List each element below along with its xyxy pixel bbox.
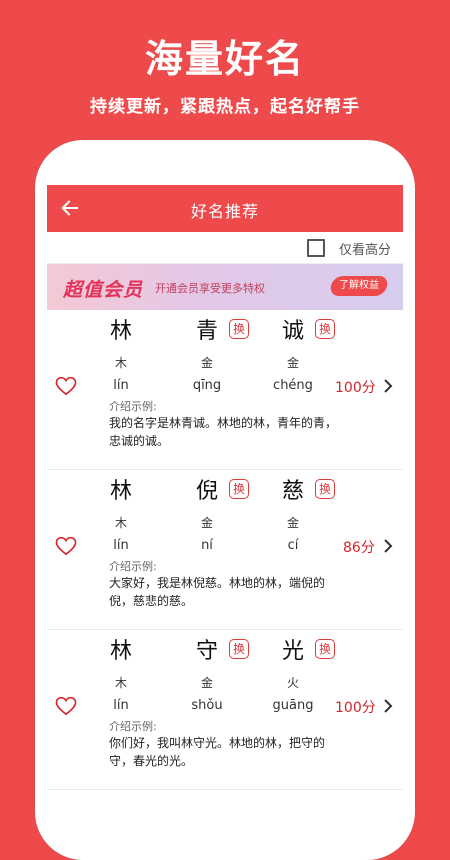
name-char-column: 慈 金 cí bbox=[263, 470, 323, 554]
name-char-column: 倪 金 ní bbox=[177, 470, 237, 554]
name-char-column: 林 木 lín bbox=[91, 630, 151, 714]
name-score: 86分 bbox=[343, 540, 375, 556]
name-char: 青 bbox=[195, 319, 218, 344]
name-char-column: 诚 金 chéng bbox=[263, 310, 323, 394]
char-pinyin: lín bbox=[113, 698, 129, 713]
char-pinyin: qīng bbox=[192, 378, 222, 393]
high-score-label[interactable]: 仅看高分 bbox=[339, 239, 391, 258]
chevron-right-icon[interactable] bbox=[382, 538, 394, 554]
char-element: 金 bbox=[200, 516, 213, 530]
chevron-right-icon[interactable] bbox=[382, 378, 394, 394]
name-score: 100分 bbox=[335, 700, 376, 716]
char-pinyin: cí bbox=[287, 538, 299, 553]
char-element: 木 bbox=[114, 356, 127, 370]
vip-description: 开通会员享受更多特权 bbox=[155, 282, 265, 295]
name-char-column: 守 金 shǒu bbox=[177, 630, 237, 714]
app-bar: 好名推荐 bbox=[47, 185, 403, 232]
vip-title: 超值会员 bbox=[63, 279, 144, 301]
promo-subtitle: 持续更新，紧跟热点，起名好帮手 bbox=[90, 97, 360, 117]
swap-char-button[interactable]: 换 bbox=[229, 639, 249, 659]
app-screen: 好名推荐 仅看高分 超值会员 开通会员享受更多特权 了解权益 林 木 lín 青… bbox=[47, 185, 403, 800]
name-card[interactable]: 林 木 lín 守 金 shǒu 换 光 火 guāng 换 100分 介绍示例… bbox=[47, 630, 403, 790]
name-score: 100分 bbox=[335, 380, 376, 396]
name-char: 慈 bbox=[281, 479, 304, 504]
heart-icon[interactable] bbox=[55, 376, 77, 396]
name-char: 林 bbox=[109, 479, 132, 504]
char-element: 木 bbox=[114, 676, 127, 690]
page-title: 好名推荐 bbox=[190, 202, 259, 221]
name-char: 倪 bbox=[195, 479, 218, 504]
name-card[interactable]: 林 木 lín 青 金 qīng 换 诚 金 chéng 换 100分 介绍示例… bbox=[47, 310, 403, 470]
name-char-column: 林 木 lín bbox=[91, 470, 151, 554]
intro-text: 我的名字是林青诚。林地的林，青年的青，忠诚的诚。 bbox=[109, 416, 338, 448]
char-element: 金 bbox=[200, 356, 213, 370]
vip-banner[interactable]: 超值会员 开通会员享受更多特权 了解权益 bbox=[47, 264, 403, 310]
name-char-column: 林 木 lín bbox=[91, 310, 151, 394]
swap-char-button[interactable]: 换 bbox=[229, 319, 249, 339]
name-char: 光 bbox=[281, 639, 304, 664]
char-element: 金 bbox=[200, 676, 213, 690]
name-card[interactable]: 林 木 lín 倪 金 ní 换 慈 金 cí 换 86分 介绍示例: 大家好，… bbox=[47, 470, 403, 630]
swap-char-button[interactable]: 换 bbox=[315, 479, 335, 499]
swap-char-button[interactable]: 换 bbox=[315, 639, 335, 659]
char-pinyin: guāng bbox=[272, 698, 314, 713]
name-char: 林 bbox=[109, 639, 132, 664]
char-element: 金 bbox=[286, 516, 299, 530]
promo-title: 海量好名 bbox=[144, 37, 305, 81]
vip-benefits-button[interactable]: 了解权益 bbox=[328, 276, 390, 296]
char-pinyin: lín bbox=[113, 538, 129, 553]
char-pinyin: lín bbox=[113, 378, 129, 393]
char-pinyin: shǒu bbox=[191, 698, 223, 713]
name-char: 诚 bbox=[281, 319, 304, 344]
vip-benefits-label: 了解权益 bbox=[339, 280, 379, 291]
intro-label: 介绍示例: bbox=[109, 400, 157, 413]
name-char-column: 青 金 qīng bbox=[177, 310, 237, 394]
heart-icon[interactable] bbox=[55, 536, 77, 556]
intro-text: 你们好，我叫林守光。林地的林，把守的守，春光的光。 bbox=[109, 736, 326, 768]
intro-label: 介绍示例: bbox=[109, 560, 157, 573]
char-element: 火 bbox=[286, 676, 299, 690]
chevron-right-icon[interactable] bbox=[382, 698, 394, 714]
char-pinyin: ní bbox=[201, 538, 213, 553]
char-element: 金 bbox=[286, 356, 299, 370]
heart-icon[interactable] bbox=[55, 696, 77, 716]
filter-row: 仅看高分 bbox=[47, 232, 403, 264]
char-element: 木 bbox=[114, 516, 127, 530]
intro-text: 大家好，我是林倪慈。林地的林，端倪的倪，慈悲的慈。 bbox=[109, 576, 326, 608]
name-char-column: 光 火 guāng bbox=[263, 630, 323, 714]
name-char: 林 bbox=[109, 319, 132, 344]
swap-char-button[interactable]: 换 bbox=[315, 319, 335, 339]
high-score-checkbox[interactable] bbox=[307, 239, 325, 257]
intro-label: 介绍示例: bbox=[109, 720, 157, 733]
swap-char-button[interactable]: 换 bbox=[229, 479, 249, 499]
char-pinyin: chéng bbox=[273, 378, 313, 393]
name-char: 守 bbox=[195, 639, 218, 664]
